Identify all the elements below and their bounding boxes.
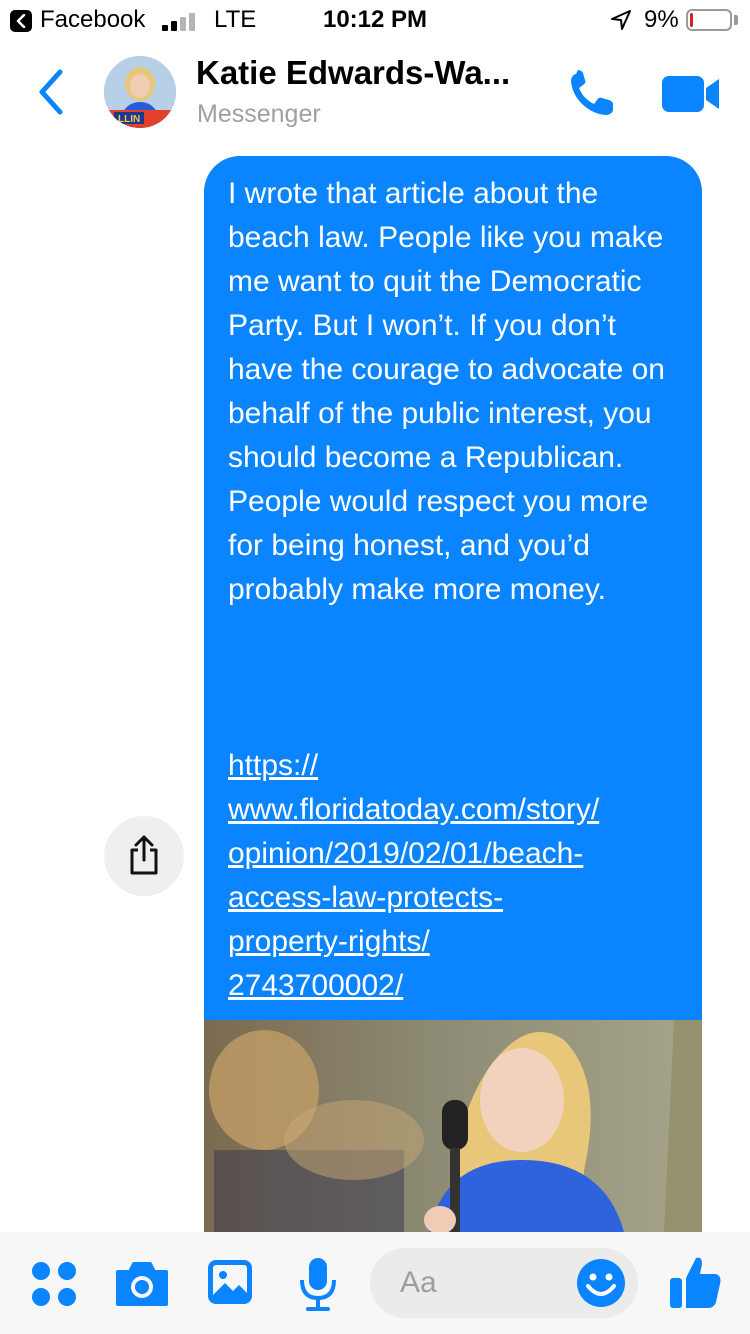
grid-icon[interactable] [30,1260,78,1308]
contact-name[interactable]: Katie Edwards-Wa... [196,54,510,92]
video-camera-icon[interactable] [662,74,720,114]
message-input[interactable]: Aa [370,1248,638,1318]
battery-icon [686,9,732,31]
avatar[interactable]: LLIN [104,56,176,128]
back-button[interactable] [30,66,74,118]
emoji-icon[interactable] [576,1258,626,1308]
link-preview-image[interactable] [204,1020,702,1232]
location-arrow-icon [610,9,632,36]
conversation-header: LLIN Katie Edwards-Wa... Messenger [0,40,750,140]
composer-bar: Aa [0,1232,750,1334]
thumbs-up-icon[interactable] [668,1254,722,1310]
battery-level [690,13,693,27]
message-input-placeholder: Aa [400,1266,437,1299]
message-text: I wrote that article about the beach law… [228,177,674,606]
avatar-text: LLIN [118,114,140,125]
battery-percentage: 9% [644,6,679,33]
image-icon[interactable] [206,1258,254,1306]
message-link[interactable]: https:// www.floridatoday.com/story/ opi… [228,744,678,1008]
battery-tip [734,15,738,25]
microphone-icon[interactable] [298,1256,338,1312]
phone-icon[interactable] [566,68,622,120]
status-bar: Facebook LTE 10:12 PM 9% [0,0,750,40]
contact-subtitle: Messenger [197,100,321,128]
camera-icon[interactable] [114,1260,170,1308]
share-button[interactable] [104,816,184,896]
share-icon [130,835,158,875]
clock: 10:12 PM [322,6,428,33]
sent-message-bubble[interactable]: I wrote that article about the beach law… [204,156,702,1020]
